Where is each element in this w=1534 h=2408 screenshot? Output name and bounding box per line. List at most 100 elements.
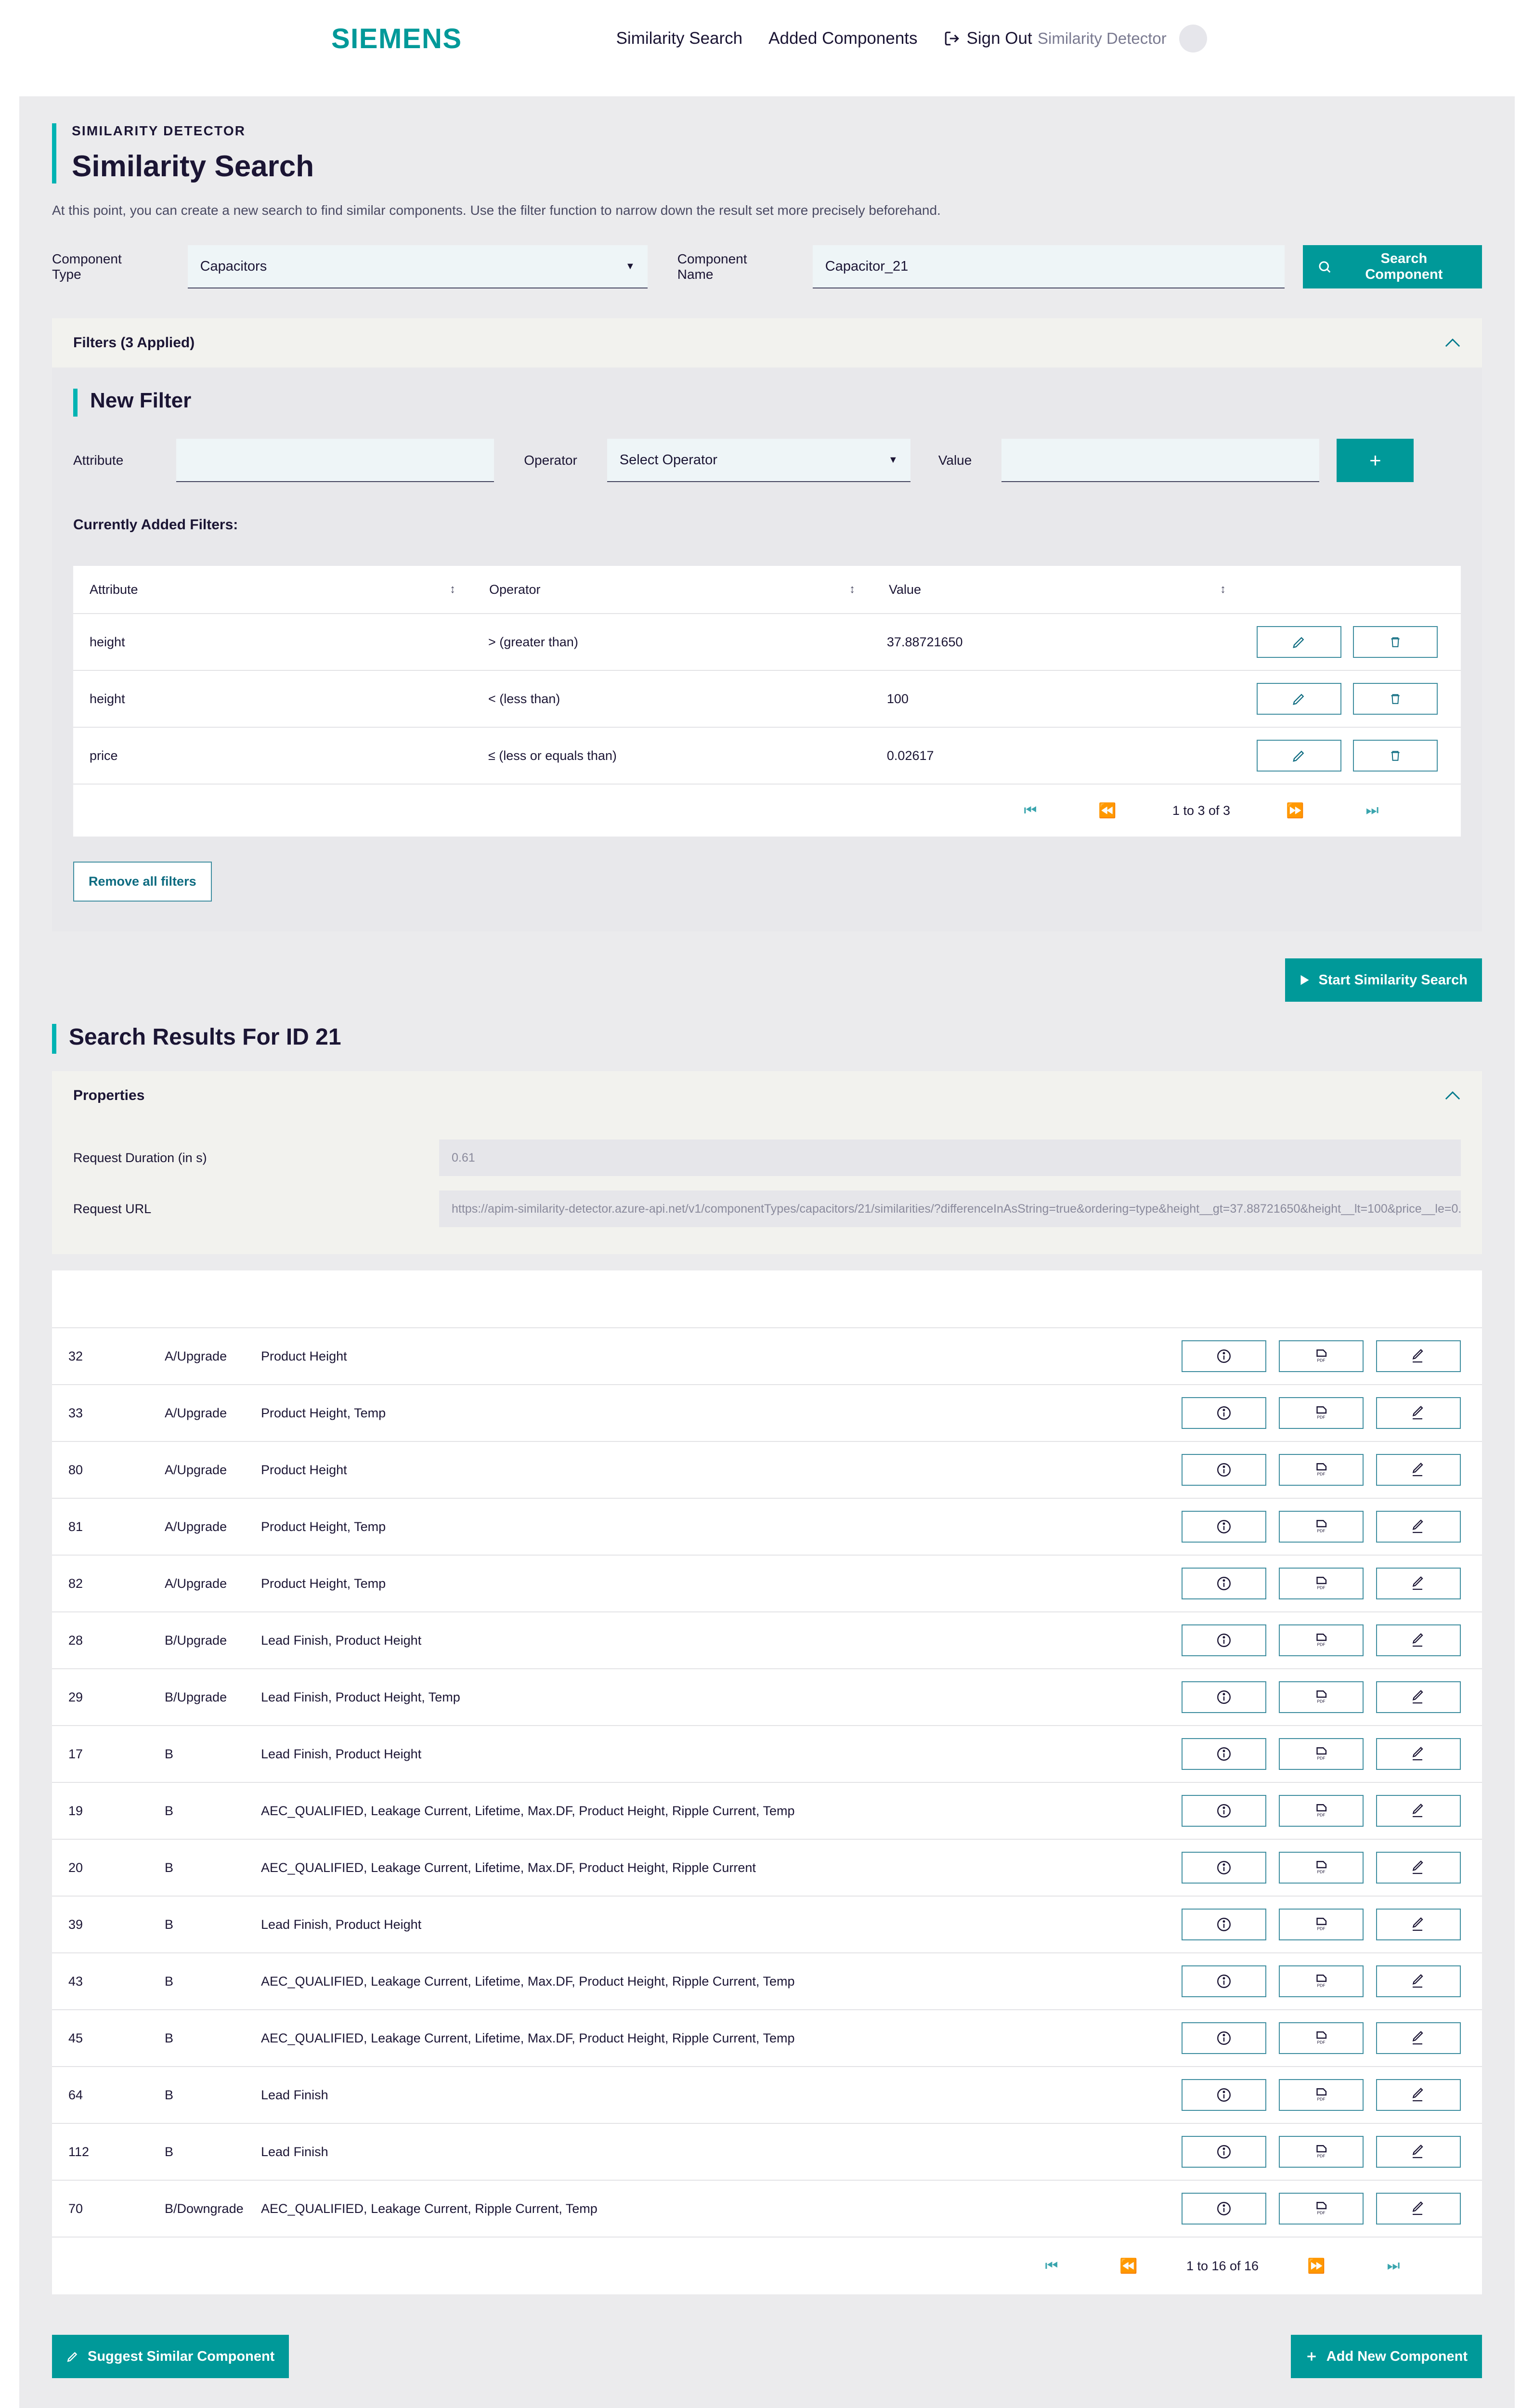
request-url-row: Request URL https://apim-similarity-dete… [73,1191,1461,1227]
nav-link-similarity-search[interactable]: Similarity Search [616,29,743,48]
result-id-cell: 45 [68,2030,83,2045]
filters-column-operator[interactable]: Operator ↕ [489,582,889,597]
result-info-button[interactable] [1182,1738,1266,1770]
result-info-button[interactable] [1182,2136,1266,2168]
edit-filter-button[interactable] [1257,683,1341,715]
result-edit-button[interactable] [1376,1681,1461,1713]
result-pdf-button[interactable]: PDF [1279,1454,1364,1486]
first-page-button[interactable]: ⏮ [992,802,1069,819]
result-pdf-button[interactable]: PDF [1279,1340,1364,1372]
result-pdf-button[interactable]: PDF [1279,1965,1364,1997]
result-pdf-button[interactable]: PDF [1279,1852,1364,1884]
results-table-row: 43 B AEC_QUALIFIED, Leakage Current, Lifet… [52,1953,1482,2010]
result-edit-button[interactable] [1376,1795,1461,1827]
result-info-button[interactable] [1182,1909,1266,1940]
nav-link-sign-out[interactable]: Sign Out [944,29,1032,48]
remove-all-filters-button[interactable]: Remove all filters [73,862,212,902]
result-info-button[interactable] [1182,1340,1266,1372]
result-edit-button[interactable] [1376,1511,1461,1543]
chevron-up-icon[interactable] [1444,338,1461,348]
result-pdf-button[interactable]: PDF [1279,1397,1364,1429]
result-edit-button[interactable] [1376,2193,1461,2225]
filters-column-attribute[interactable]: Attribute ↕ [90,582,489,597]
filter-value-cell: 37.88721650 [886,634,963,649]
result-info-button[interactable] [1182,1511,1266,1543]
attribute-input[interactable] [176,439,494,482]
result-pdf-button[interactable]: PDF [1279,1795,1364,1827]
result-info-button[interactable] [1182,1965,1266,1997]
result-edit-button[interactable] [1376,2136,1461,2168]
result-pdf-button[interactable]: PDF [1279,1681,1364,1713]
next-page-button[interactable]: ⏩ [1257,802,1334,819]
delete-filter-button[interactable] [1353,626,1438,658]
sort-icon[interactable]: ↕ [849,583,855,596]
edit-filter-button[interactable] [1257,626,1341,658]
filters-accordion-header[interactable]: Filters (3 Applied) [52,318,1482,367]
component-type-select[interactable]: Capacitors ▼ [187,245,648,288]
result-info-button[interactable] [1182,1397,1266,1429]
component-name-input[interactable]: Capacitor_21 [812,245,1285,288]
result-edit-button[interactable] [1376,1568,1461,1599]
filters-table-body: height > (greater than) 37.88721650 height <… [73,614,1461,785]
result-pdf-button[interactable]: PDF [1279,1624,1364,1656]
svg-text:PDF: PDF [1317,1699,1326,1703]
search-component-button[interactable]: Search Component [1302,245,1482,288]
result-info-button[interactable] [1182,2193,1266,2225]
edit-filter-button[interactable] [1257,740,1341,772]
last-page-button[interactable]: ⏭ [1355,2258,1432,2274]
result-info-button[interactable] [1182,1681,1266,1713]
result-info-button[interactable] [1182,1568,1266,1599]
start-similarity-search-button[interactable]: Start Similarity Search [1285,958,1482,1002]
result-pdf-button[interactable]: PDF [1279,1909,1364,1940]
filters-column-value[interactable]: Value ↕ [889,582,1260,597]
result-pdf-button[interactable]: PDF [1279,2022,1364,2054]
result-pdf-button[interactable]: PDF [1279,1738,1364,1770]
delete-filter-button[interactable] [1353,683,1438,715]
result-edit-button[interactable] [1376,2022,1461,2054]
result-edit-button[interactable] [1376,1624,1461,1656]
result-edit-button[interactable] [1376,2079,1461,2111]
chevron-up-icon[interactable] [1444,1091,1461,1100]
result-actions-cell: PDF [1182,1965,1466,1997]
top-navigation-bar: SIEMENS Similarity Search Added Componen… [0,0,1534,77]
properties-accordion: Properties Request Duration (in s) 0.61 … [52,1071,1482,1254]
result-edit-button[interactable] [1376,1397,1461,1429]
result-info-button[interactable] [1182,2079,1266,2111]
result-info-button[interactable] [1182,1454,1266,1486]
result-edit-button[interactable] [1376,1738,1461,1770]
result-edit-button[interactable] [1376,1909,1461,1940]
properties-accordion-header[interactable]: Properties [52,1071,1482,1120]
result-pdf-button[interactable]: PDF [1279,2079,1364,2111]
operator-select[interactable]: Select Operator ▼ [607,439,910,482]
result-edit-button[interactable] [1376,1454,1461,1486]
result-pdf-button[interactable]: PDF [1279,2136,1364,2168]
result-info-button[interactable] [1182,1852,1266,1884]
first-page-button[interactable]: ⏮ [1013,2258,1090,2274]
avatar[interactable] [1179,25,1207,52]
add-filter-button[interactable]: + [1337,439,1414,482]
result-category-cell: A/Upgrade [165,1519,227,1534]
result-category-cell: B [165,1860,174,1875]
prev-page-button[interactable]: ⏪ [1069,802,1146,819]
delete-filter-button[interactable] [1353,740,1438,772]
result-edit-button[interactable] [1376,1852,1461,1884]
sort-icon[interactable]: ↕ [450,583,455,596]
result-edit-button[interactable] [1376,1965,1461,1997]
result-pdf-button[interactable]: PDF [1279,1568,1364,1599]
user-area[interactable]: Similarity Detector [1038,25,1207,52]
value-input[interactable] [1001,439,1320,482]
result-info-button[interactable] [1182,1624,1266,1656]
suggest-similar-component-button[interactable]: Suggest Similar Component [52,2335,289,2378]
sort-icon[interactable]: ↕ [1220,583,1226,596]
result-info-button[interactable] [1182,2022,1266,2054]
result-pdf-button[interactable]: PDF [1279,2193,1364,2225]
prev-page-button[interactable]: ⏪ [1090,2258,1167,2275]
nav-link-added-components[interactable]: Added Components [768,29,917,48]
last-page-button[interactable]: ⏭ [1334,802,1411,819]
add-new-component-button[interactable]: Add New Component [1290,2335,1482,2378]
result-edit-button[interactable] [1376,1340,1461,1372]
result-info-button[interactable] [1182,1795,1266,1827]
result-pdf-button[interactable]: PDF [1279,1511,1364,1543]
filter-value-cell: 100 [886,691,909,706]
next-page-button[interactable]: ⏩ [1278,2258,1355,2275]
